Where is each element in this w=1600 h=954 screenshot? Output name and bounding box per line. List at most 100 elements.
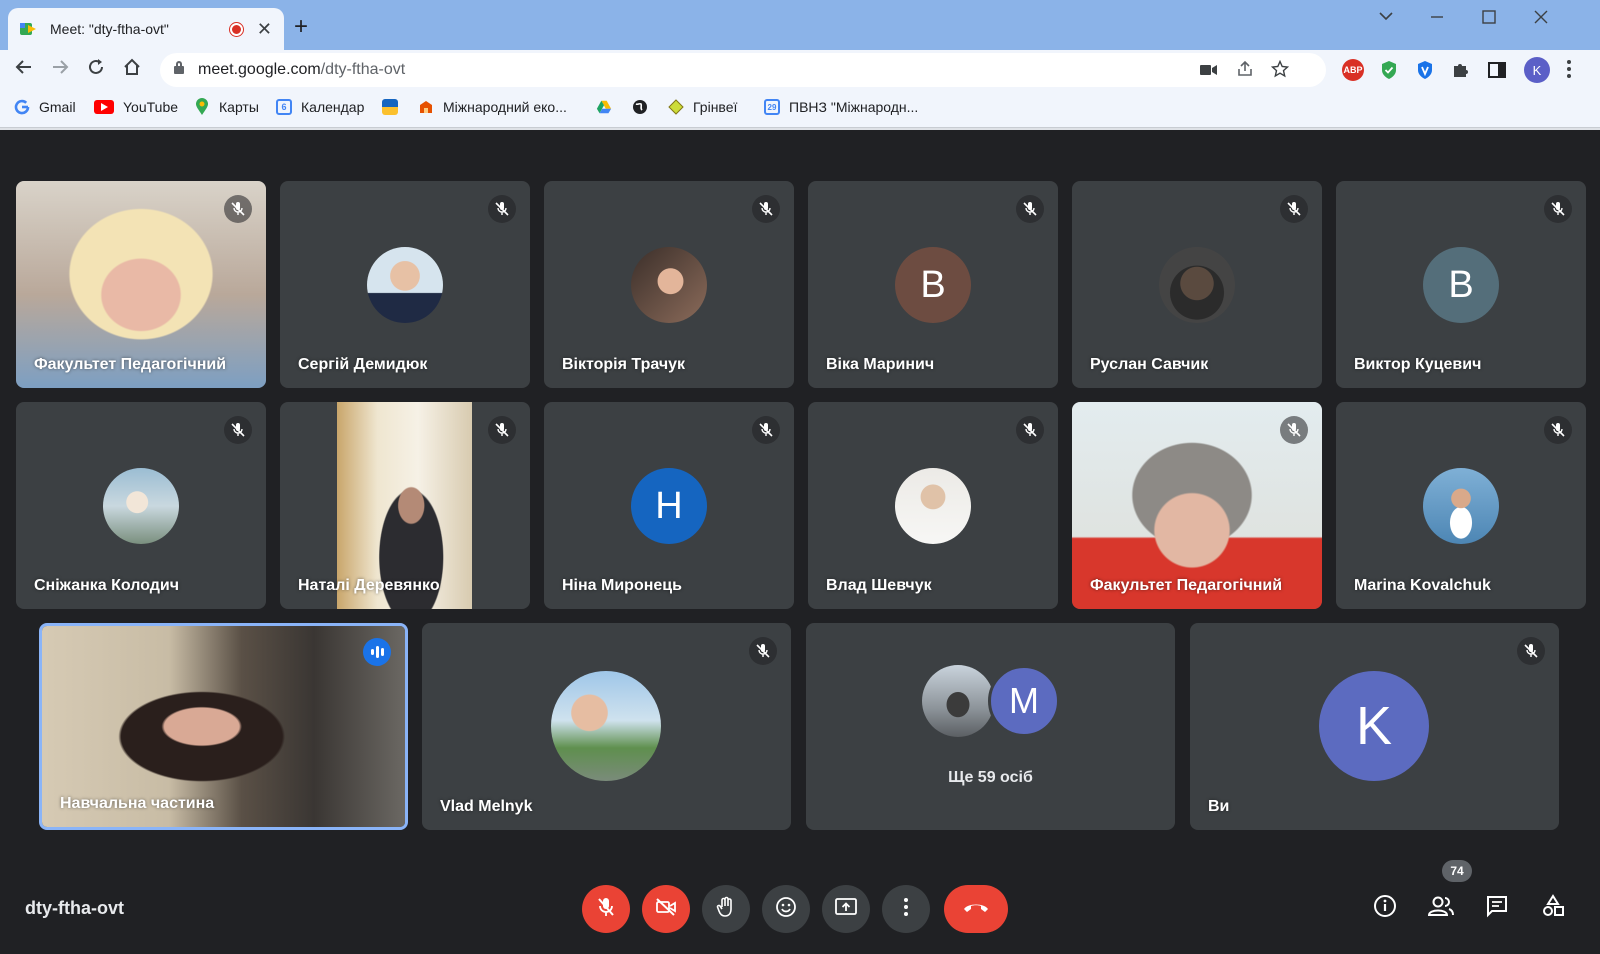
participant-letter-avatar: В: [1423, 247, 1499, 323]
shield-check-icon[interactable]: [1378, 59, 1400, 81]
participant-tile[interactable]: Сергій Демидюк: [280, 181, 530, 388]
participant-letter-avatar: В: [895, 247, 971, 323]
meeting-details-button[interactable]: [1368, 891, 1402, 925]
participant-tile[interactable]: Влад Шевчук: [808, 402, 1058, 609]
mic-off-icon: [224, 416, 252, 444]
participant-tile[interactable]: Сніжанка Колодич: [16, 402, 266, 609]
maximize-icon[interactable]: [1482, 10, 1496, 29]
close-window-icon[interactable]: [1534, 10, 1548, 29]
bookmark-globe[interactable]: [632, 99, 657, 115]
participant-tile[interactable]: Руслан Савчик: [1072, 181, 1322, 388]
bookmark-gmail[interactable]: Gmail: [14, 99, 76, 115]
participant-name: Marina Kovalchuk: [1354, 577, 1491, 594]
participant-tile[interactable]: Marina Kovalchuk: [1336, 402, 1586, 609]
participant-photo: [631, 247, 707, 323]
tab-search-icon[interactable]: [1378, 8, 1394, 26]
participant-tile[interactable]: Vlad Melnyk: [422, 623, 791, 830]
participant-tile[interactable]: В Виктор Куцевич: [1336, 181, 1586, 388]
drive-icon: [596, 99, 612, 115]
bookmarks-bar: Gmail YouTube Карты 6 Календар Міжнародн…: [0, 90, 1600, 128]
activities-icon: [1541, 893, 1565, 923]
participant-name: Навчальна частина: [60, 795, 215, 812]
participant-photo: [367, 247, 443, 323]
lock-icon[interactable]: [174, 61, 184, 74]
home-icon[interactable]: [122, 57, 142, 83]
participant-tile[interactable]: Н Ніна Миронець: [544, 402, 794, 609]
camera-in-use-icon[interactable]: [1200, 63, 1218, 81]
mic-off-icon: [224, 195, 252, 223]
participant-photo: [551, 671, 661, 781]
mic-off-icon: [1016, 195, 1044, 223]
adblock-icon[interactable]: ABP: [1342, 59, 1364, 81]
tab-title: Meet: "dty-ftha-ovt": [50, 21, 169, 37]
share-icon[interactable]: [1236, 60, 1254, 83]
back-icon[interactable]: [14, 57, 34, 83]
participant-photo: [895, 468, 971, 544]
people-icon: [1427, 895, 1455, 922]
others-tile[interactable]: M Ще 59 осіб: [806, 623, 1175, 830]
new-tab-icon[interactable]: +: [294, 13, 308, 41]
side-panel-icon[interactable]: [1486, 59, 1508, 81]
bookmark-flag[interactable]: [382, 99, 407, 115]
mic-off-icon: [752, 416, 780, 444]
participant-tile[interactable]: Вікторія Трачук: [544, 181, 794, 388]
participant-name: Vlad Melnyk: [440, 798, 533, 815]
raise-hand-icon: [716, 896, 736, 923]
bookmark-international-eco[interactable]: Міжнародний еко...: [418, 99, 567, 115]
browser-tab[interactable]: Meet: "dty-ftha-ovt" ✕: [8, 8, 284, 50]
title-bar: Meet: "dty-ftha-ovt" ✕ +: [0, 0, 1600, 50]
participant-name: Сніжанка Колодич: [34, 577, 180, 594]
meeting-code[interactable]: dty-ftha-ovt: [25, 898, 124, 919]
browser-chrome: Meet: "dty-ftha-ovt" ✕ + meet.google.com…: [0, 0, 1600, 130]
self-tile[interactable]: K Ви: [1190, 623, 1559, 830]
emoji-icon: [775, 896, 797, 923]
shield-icon[interactable]: [1414, 59, 1436, 81]
participant-photo: [103, 468, 179, 544]
profile-avatar[interactable]: K: [1524, 57, 1550, 83]
bookmark-greenway[interactable]: Грінвеї: [668, 99, 737, 115]
url-text: meet.google.com/dty-ftha-ovt: [198, 61, 406, 78]
leave-call-button[interactable]: [944, 885, 1008, 933]
activities-button[interactable]: [1536, 891, 1570, 925]
bookmark-calendar[interactable]: 6 Календар: [276, 99, 364, 115]
participant-tile[interactable]: Факультет Педагогічний: [16, 181, 266, 388]
mic-off-icon: [1016, 416, 1044, 444]
globe-icon: [632, 99, 648, 115]
flag-icon: [382, 99, 398, 115]
people-button[interactable]: [1424, 891, 1458, 925]
bookmark-star-icon[interactable]: [1270, 59, 1290, 83]
bookmark-drive[interactable]: [596, 99, 621, 115]
participant-tile[interactable]: Наталі Деревянко: [280, 402, 530, 609]
participant-tile-active-speaker[interactable]: Навчальна частина: [39, 623, 408, 830]
bookmark-youtube[interactable]: YouTube: [94, 99, 178, 115]
chat-button[interactable]: [1480, 891, 1514, 925]
emoji-reaction-button[interactable]: [762, 885, 810, 933]
chrome-menu-icon[interactable]: [1566, 59, 1572, 85]
mic-toggle-button[interactable]: [582, 885, 630, 933]
reload-icon[interactable]: [86, 57, 106, 83]
raise-hand-button[interactable]: [702, 885, 750, 933]
participant-name: Влад Шевчук: [826, 577, 932, 594]
camera-toggle-button[interactable]: [642, 885, 690, 933]
bookmark-pvnz[interactable]: 29 ПВНЗ "Міжнародн...: [764, 99, 918, 115]
more-options-button[interactable]: [882, 885, 930, 933]
participant-photo: [1423, 468, 1499, 544]
participant-tile[interactable]: Факультет Педагогічний: [1072, 402, 1322, 609]
bookmark-maps[interactable]: Карты: [194, 98, 259, 115]
tab-close-icon[interactable]: ✕: [257, 19, 272, 40]
participant-photo: [1159, 247, 1235, 323]
participant-name: Сергій Демидюк: [298, 356, 428, 373]
participant-name: Факультет Педагогічний: [34, 356, 227, 373]
mic-off-icon: [488, 416, 516, 444]
address-bar[interactable]: meet.google.com/dty-ftha-ovt: [160, 53, 1326, 87]
present-screen-button[interactable]: [822, 885, 870, 933]
forward-icon[interactable]: [50, 57, 70, 83]
mic-off-icon: [752, 195, 780, 223]
minimize-icon[interactable]: [1430, 4, 1444, 29]
participant-name: Вікторія Трачук: [562, 356, 686, 373]
participant-tile[interactable]: В Віка Маринич: [808, 181, 1058, 388]
mic-off-icon: [1517, 637, 1545, 665]
participant-name: Виктор Куцевич: [1354, 356, 1482, 373]
extensions-puzzle-icon[interactable]: [1450, 59, 1472, 81]
recording-indicator-icon: [229, 22, 243, 36]
